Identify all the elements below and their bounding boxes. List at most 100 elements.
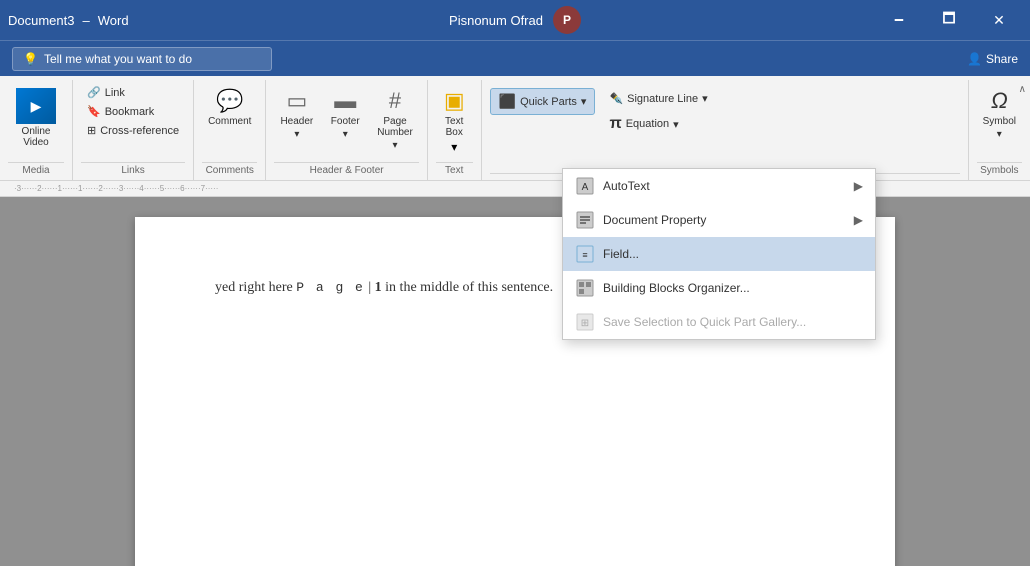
signature-icon: ✒️ — [609, 92, 623, 105]
links-group-label: Links — [81, 162, 185, 176]
app-name: Word — [98, 13, 129, 28]
symbol-label: Symbol — [983, 116, 1016, 127]
save-selection-label: Save Selection to Quick Part Gallery... — [603, 315, 863, 329]
lightbulb-icon: 💡 — [23, 52, 38, 66]
quick-parts-label: Quick Parts — [520, 96, 577, 108]
page-field-code: P a g e — [296, 280, 365, 295]
autotext-arrow: ▶ — [854, 179, 863, 193]
bookmark-button[interactable]: 🔖 Bookmark — [81, 103, 185, 120]
media-group-label: Media — [8, 162, 64, 176]
online-video-label: OnlineVideo — [22, 126, 51, 148]
header-icon: ▭ — [286, 88, 307, 114]
page-number-label: PageNumber — [377, 116, 413, 138]
symbol-content: Ω Symbol ▾ — [977, 84, 1022, 158]
header-dropdown-arrow: ▾ — [294, 129, 299, 140]
svg-text:⊞: ⊞ — [581, 318, 589, 329]
ribbon: OnlineVideo Media 🔗 Link 🔖 Bookmark ⊞ Cr… — [0, 76, 1030, 181]
autotext-label: AutoText — [603, 179, 846, 193]
user-name: Pisnonum Ofrad — [449, 13, 543, 28]
equation-label: Equation — [626, 118, 669, 130]
bookmark-label: Bookmark — [105, 106, 155, 118]
header-button[interactable]: ▭ Header ▾ — [274, 84, 319, 144]
autotext-icon: A — [575, 176, 595, 196]
dropdown-menu: A AutoText ▶ Document Property ▶ ≡ Field… — [562, 168, 876, 340]
equation-button[interactable]: π Equation ▾ — [601, 111, 715, 137]
header-label: Header — [280, 116, 313, 127]
comment-icon: 💬 — [216, 88, 243, 114]
share-icon: 👤 — [967, 52, 982, 66]
insert-group: ⬛ Quick Parts ▾ ✒️ Signature Line ▾ π Eq… — [482, 80, 969, 180]
minimize-button[interactable]: 🗕 — [876, 4, 922, 36]
signature-label: Signature Line — [627, 93, 698, 105]
textbox-group-content: ▣ TextBox ▾ — [436, 84, 473, 158]
link-icon: 🔗 — [87, 86, 101, 99]
field-menu-item[interactable]: ≡ Field... — [563, 237, 875, 271]
user-info: Pisnonum Ofrad P — [449, 6, 581, 34]
comment-label: Comment — [208, 116, 251, 127]
quick-parts-dropdown: A AutoText ▶ Document Property ▶ ≡ Field… — [562, 168, 876, 340]
textbox-dropdown-arrow: ▾ — [451, 140, 457, 154]
signature-line-button[interactable]: ✒️ Signature Line ▾ — [601, 88, 715, 109]
bookmark-icon: 🔖 — [87, 105, 101, 118]
close-button[interactable]: ✕ — [976, 4, 1022, 36]
tell-me-placeholder: Tell me what you want to do — [44, 52, 192, 66]
quick-parts-arrow: ▾ — [581, 95, 587, 108]
media-group-content: OnlineVideo — [8, 84, 64, 158]
quick-parts-button[interactable]: ⬛ Quick Parts ▾ — [490, 88, 596, 115]
doc-property-icon — [575, 210, 595, 230]
share-button[interactable]: 👤 Share — [967, 52, 1018, 66]
textbox-button[interactable]: ▣ TextBox ▾ — [436, 84, 473, 158]
doc-title: Document3 — [8, 13, 74, 28]
header-footer-group: ▭ Header ▾ ▬ Footer ▾ # PageNumber ▾ Hea… — [266, 80, 427, 180]
insert-group-content: ⬛ Quick Parts ▾ ✒️ Signature Line ▾ π Eq… — [490, 84, 960, 169]
body-text-before: yed right here — [215, 280, 296, 295]
links-group-content: 🔗 Link 🔖 Bookmark ⊞ Cross-reference — [81, 84, 185, 158]
page-number-dropdown-arrow: ▾ — [393, 140, 398, 151]
field-label: Field... — [603, 247, 863, 261]
footer-dropdown-arrow: ▾ — [343, 129, 348, 140]
signature-arrow: ▾ — [702, 92, 708, 105]
building-blocks-icon — [575, 278, 595, 298]
window-controls[interactable]: 🗕 🗖 ✕ — [876, 4, 1022, 36]
building-blocks-menu-item[interactable]: Building Blocks Organizer... — [563, 271, 875, 305]
body-text-after: in the middle of this sentence. — [382, 280, 553, 295]
symbol-group: Ω Symbol ▾ Symbols ∧ — [969, 80, 1030, 180]
svg-text:A: A — [582, 182, 589, 193]
textbox-icon: ▣ — [444, 88, 465, 114]
symbol-button[interactable]: Ω Symbol ▾ — [977, 84, 1022, 144]
comment-button[interactable]: 💬 Comment — [202, 84, 257, 131]
link-button[interactable]: 🔗 Link — [81, 84, 185, 101]
field-separator: | — [365, 280, 375, 295]
title-bar: Document3 – Word Pisnonum Ofrad P 🗕 🗖 ✕ — [0, 0, 1030, 40]
symbol-arrow: ▾ — [997, 129, 1002, 140]
page-number-icon: # — [389, 88, 401, 114]
comments-group: 💬 Comment Comments — [194, 80, 266, 180]
comments-group-content: 💬 Comment — [202, 84, 257, 158]
tell-me-bar: 💡 Tell me what you want to do 👤 Share — [0, 40, 1030, 76]
comments-group-label: Comments — [202, 162, 257, 176]
omega-icon: Ω — [991, 88, 1008, 114]
maximize-button[interactable]: 🗖 — [926, 4, 972, 36]
media-group: OnlineVideo Media — [0, 80, 73, 180]
cross-reference-icon: ⊞ — [87, 124, 96, 137]
page-number-button[interactable]: # PageNumber ▾ — [371, 84, 419, 155]
footer-label: Footer — [331, 116, 360, 127]
title-bar-left: Document3 – Word — [8, 13, 129, 28]
footer-button[interactable]: ▬ Footer ▾ — [323, 84, 367, 144]
svg-text:≡: ≡ — [582, 250, 587, 260]
save-selection-icon: ⊞ — [575, 312, 595, 332]
collapse-symbols-button[interactable]: ∧ — [1019, 84, 1026, 95]
cross-reference-label: Cross-reference — [100, 125, 179, 137]
footer-icon: ▬ — [334, 88, 356, 114]
autotext-menu-item[interactable]: A AutoText ▶ — [563, 169, 875, 203]
avatar: P — [553, 6, 581, 34]
doc-property-menu-item[interactable]: Document Property ▶ — [563, 203, 875, 237]
cross-reference-button[interactable]: ⊞ Cross-reference — [81, 122, 185, 139]
textbox-label: TextBox — [445, 116, 463, 138]
share-label: Share — [986, 52, 1018, 66]
doc-property-arrow: ▶ — [854, 213, 863, 227]
signature-eq-group: ✒️ Signature Line ▾ π Equation ▾ — [601, 88, 715, 137]
tell-me-input[interactable]: 💡 Tell me what you want to do — [12, 47, 272, 71]
links-buttons: 🔗 Link 🔖 Bookmark ⊞ Cross-reference — [81, 84, 185, 139]
online-video-button[interactable]: OnlineVideo — [8, 84, 64, 152]
